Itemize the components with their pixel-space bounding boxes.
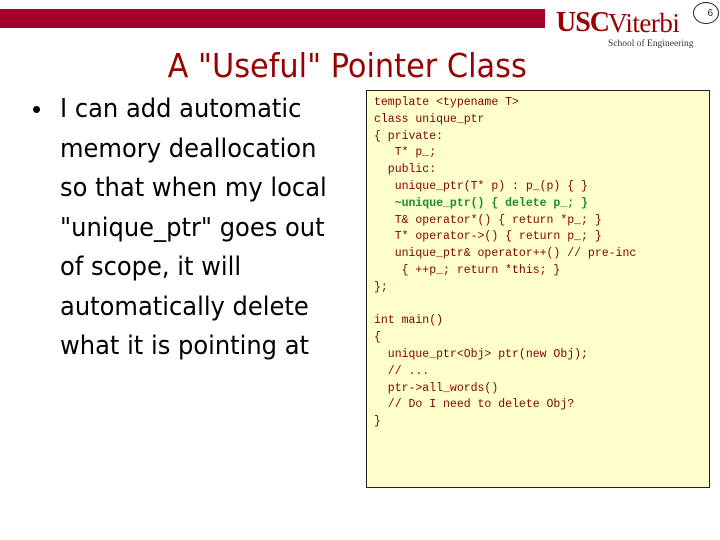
code-line: }; (374, 280, 388, 294)
logo-viterbi: Viterbi (608, 8, 680, 38)
bullet-text: I can add automatic memory deallocation so… (60, 90, 360, 367)
code-line: T* p_; (374, 146, 437, 160)
code-line: unique_ptr(T* p) : p_(p) { } (374, 179, 588, 193)
code-line: { (374, 331, 381, 345)
code-line: ptr->all_words() (374, 381, 499, 395)
code-block: template <typename T> class unique_ptr { p… (366, 90, 710, 488)
code-line: unique_ptr<Obj> ptr(new Obj); (374, 347, 588, 361)
logo-usc: USC (556, 7, 610, 38)
code-line: int main() (374, 314, 444, 328)
code-line-destructor: ~unique_ptr() { delete p_; } (374, 196, 588, 210)
code-line: public: (374, 163, 437, 177)
bullet-line: what it is pointing at (60, 331, 310, 361)
bullet-line: "unique_ptr" goes out (60, 212, 325, 243)
code-line: template <typename T> (374, 96, 519, 109)
usc-viterbi-logo: USC Viterbi School of Engineering (556, 7, 693, 50)
header-bar (0, 9, 545, 28)
slide-title-text: A "Useful" Pointer Class (167, 46, 527, 85)
code-line: { ++p_; return *this; } (374, 263, 561, 277)
code-line: // ... (374, 364, 430, 378)
code-line: T& operator*() { return *p_; } (374, 213, 602, 227)
code-line: } (374, 415, 381, 429)
bullet-line: memory deallocation (60, 133, 317, 164)
bullet-line: of scope, it will (60, 252, 242, 282)
code-line: class unique_ptr (374, 112, 485, 126)
bullet-icon: • (32, 94, 42, 124)
code-line: { private: (374, 129, 444, 143)
code-line: T* operator->() { return p_; } (374, 230, 602, 244)
slide-title: A "Useful" Pointer Class (0, 44, 720, 88)
bullet-line: automatically delete (60, 291, 309, 322)
bullet-line: so that when my local (60, 173, 327, 203)
code-line: // Do I need to delete Obj? (374, 398, 575, 412)
code-line: unique_ptr& operator++() // pre-inc (374, 247, 637, 261)
page-number: 6 (693, 2, 719, 24)
bullet-line: I can add automatic (60, 94, 302, 124)
